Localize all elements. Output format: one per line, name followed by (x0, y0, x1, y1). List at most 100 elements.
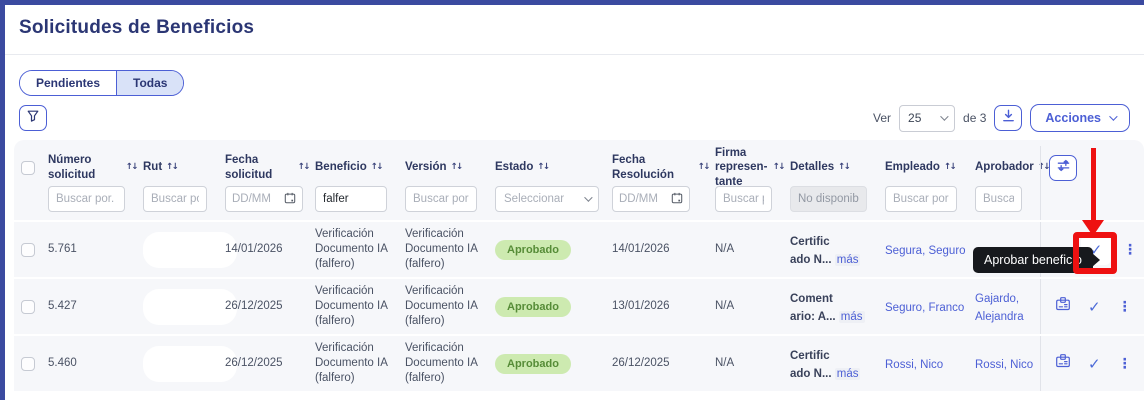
cell-fecha-solicitud: 26/12/2025 (225, 356, 315, 371)
column-header-beneficio: Beneficio (315, 160, 367, 174)
cell-numero: 5.761 (48, 242, 143, 257)
column-header-firma: Firma represen-tante (715, 146, 769, 189)
row-menu-button[interactable]: ⋮ (1123, 242, 1137, 258)
sort-icon[interactable]: ↑↓ (944, 162, 955, 173)
sort-icon[interactable]: ↑↓ (166, 162, 177, 173)
filter-empleado-input[interactable] (885, 186, 957, 212)
approve-benefit-button[interactable]: ✓ (1088, 355, 1101, 373)
sort-icon[interactable]: ↑↓ (451, 162, 462, 173)
redacted-rut (143, 232, 237, 268)
badge-detail-button[interactable] (1055, 353, 1071, 374)
sort-icon[interactable]: ↑↓ (126, 162, 137, 173)
filter-fecha-resolucion-date[interactable]: DD/MM (612, 186, 690, 212)
approve-benefit-button[interactable]: ✓ (1088, 298, 1101, 316)
filter-firma-input[interactable] (715, 186, 772, 212)
tab-group: Pendientes Todas (19, 70, 184, 96)
sort-icon[interactable]: ↑↓ (838, 162, 849, 173)
employee-link[interactable]: Rossi, Nico (885, 359, 943, 371)
table-row: 5.427 26/12/2025 Verificación Documento … (14, 277, 1144, 334)
approver-link[interactable]: Rossi, Nico (975, 359, 1033, 371)
id-badge-icon (1055, 353, 1071, 374)
check-icon: ✓ (1088, 355, 1101, 373)
cell-fecha-solicitud: 14/01/2026 (225, 242, 315, 257)
more-link[interactable]: más (835, 254, 861, 266)
employee-link[interactable]: Segura, Seguro (885, 245, 966, 257)
calendar-icon (671, 192, 683, 207)
row-checkbox[interactable] (21, 243, 35, 257)
status-badge: Aprobado (495, 240, 571, 260)
table-row: 5.460 26/12/2025 Verificación Documento … (14, 334, 1144, 391)
filter-aprobador-input[interactable] (975, 186, 1022, 212)
redacted-rut (143, 346, 237, 382)
filter-version-input[interactable] (405, 186, 477, 212)
filter-button[interactable] (19, 105, 47, 131)
status-badge: Aprobado (495, 297, 571, 317)
cell-firma: N/A (715, 356, 790, 371)
cell-detalles: Certific ado N... (790, 236, 835, 266)
filter-rut-input[interactable] (143, 186, 207, 212)
column-header-fecha-solicitud: Fecha solicitud (225, 153, 294, 182)
acciones-button[interactable]: Acciones (1030, 104, 1130, 132)
annotation-arrow-head (1082, 220, 1104, 236)
filter-estado-select[interactable]: Seleccionar (495, 186, 599, 212)
download-button[interactable] (994, 105, 1022, 131)
more-link[interactable]: más (835, 368, 861, 380)
row-menu-button[interactable]: ⋮ (1118, 356, 1132, 372)
column-settings-button[interactable] (1049, 155, 1077, 181)
cell-fecha-solicitud: 26/12/2025 (225, 299, 315, 314)
cell-firma: N/A (715, 299, 790, 314)
more-link[interactable]: más (839, 311, 865, 323)
tab-todas[interactable]: Todas (116, 71, 183, 95)
row-checkbox[interactable] (21, 300, 35, 314)
page-size-select[interactable]: 25 (899, 105, 955, 132)
cell-version: Verificación Documento IA (falfero) (405, 284, 495, 329)
cell-fecha-resolucion: 26/12/2025 (612, 356, 715, 371)
chevron-down-icon (1109, 112, 1117, 120)
row-checkbox[interactable] (21, 357, 35, 371)
download-icon (1001, 108, 1016, 128)
sort-icon[interactable]: ↑↓ (537, 162, 548, 173)
chevron-down-icon (584, 193, 592, 201)
sort-icon[interactable]: ↑↓ (698, 162, 709, 173)
cell-beneficio: Verificación Documento IA (falfero) (315, 284, 405, 329)
column-header-numero: Número solicitud (48, 153, 122, 182)
title-divider (5, 54, 1144, 55)
sort-icon[interactable]: ↑↓ (298, 162, 309, 173)
check-icon: ✓ (1088, 298, 1101, 316)
filter-fecha-solicitud-date[interactable]: DD/MM (225, 186, 303, 212)
cell-version: Verificación Documento IA (falfero) (405, 227, 495, 272)
column-header-aprobador: Aprobador (975, 160, 1034, 174)
cell-numero: 5.427 (48, 299, 143, 314)
column-header-estado: Estado (495, 160, 533, 174)
sort-icon[interactable]: ↑↓ (371, 162, 382, 173)
column-header-detalles: Detalles (790, 160, 834, 174)
top-accent-bar (0, 0, 1144, 5)
page-size-value: 25 (908, 111, 921, 125)
chevron-down-icon (940, 112, 948, 120)
annotation-arrow-line (1091, 148, 1096, 222)
table-filter-row: DD/MM Seleccionar DD/MM (14, 186, 1144, 220)
calendar-icon (284, 192, 296, 207)
select-all-checkbox[interactable] (21, 161, 35, 175)
status-badge: Aprobado (495, 354, 571, 374)
badge-detail-button[interactable] (1055, 296, 1071, 317)
filter-beneficio-input[interactable] (315, 186, 387, 212)
cell-detalles: Certific ado N... (790, 350, 835, 380)
cell-version: Verificación Documento IA (falfero) (405, 341, 495, 386)
row-menu-button[interactable]: ⋮ (1118, 299, 1132, 315)
approver-link[interactable]: Gajardo, Alejandra (975, 293, 1024, 323)
cell-beneficio: Verificación Documento IA (falfero) (315, 341, 405, 386)
tab-pendientes[interactable]: Pendientes (20, 71, 116, 95)
column-header-version: Versión (405, 160, 447, 174)
total-count-label: de 3 (963, 111, 986, 125)
left-accent-bar (0, 0, 5, 400)
column-header-empleado: Empleado (885, 160, 940, 174)
redacted-rut (143, 289, 237, 325)
sliders-icon (1056, 158, 1071, 178)
filter-numero-input[interactable] (48, 186, 125, 212)
id-badge-icon (1055, 296, 1071, 317)
cell-numero: 5.460 (48, 356, 143, 371)
employee-link[interactable]: Seguro, Franco (885, 302, 964, 314)
page-size-label: Ver (873, 111, 891, 125)
sort-icon[interactable]: ↑↓ (773, 162, 784, 173)
